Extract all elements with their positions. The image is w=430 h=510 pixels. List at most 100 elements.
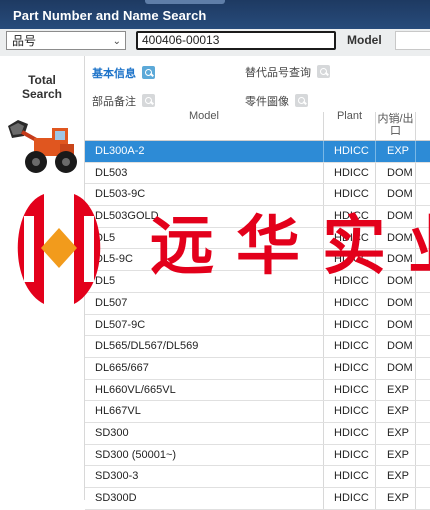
cell-domestic-export: DOM (375, 162, 415, 184)
total-search-button[interactable]: Total Search (0, 73, 84, 101)
search-icon (142, 94, 155, 107)
cell-domestic-export: EXP (375, 466, 415, 487)
cell-domestic-export: EXP (375, 422, 415, 444)
table-row[interactable]: DL5 HDICC DOM (85, 271, 430, 293)
search-icon (317, 65, 330, 78)
cell-domestic-export: EXP (375, 444, 415, 466)
cell-plant: HDICC (323, 292, 375, 314)
cell-model: DL503 (95, 166, 128, 179)
cell-plant: HDICC (323, 357, 375, 379)
tab-label: 部品备注 (92, 96, 136, 108)
cell-plant: HDICC (323, 444, 375, 466)
cell-plant: HDICC (323, 488, 375, 509)
table-row[interactable]: HL667VL HDICC EXP (85, 401, 430, 423)
table-body: DL300A-2 HDICC EXP DL503 HDICC DOM DL503-9C HDI… (85, 141, 430, 510)
cell-end (415, 488, 430, 509)
cell-plant: HDICC (323, 206, 375, 227)
column-header-domestic-export[interactable]: 内销/出口 (375, 112, 415, 140)
cell-end (415, 336, 430, 357)
cell-end (415, 401, 430, 422)
table-row[interactable]: DL300A-2 HDICC EXP (85, 141, 430, 163)
tab-part-remarks[interactable]: 部品备注 (92, 93, 155, 109)
table-header: Model Plant 内销/出口 (85, 111, 430, 141)
cell-domestic-export: DOM (375, 357, 415, 379)
cell-model: SD300D (95, 492, 137, 504)
table-row[interactable]: SD300 HDICC EXP (85, 422, 430, 445)
cell-model: DL565/DL567/DL569 (95, 340, 199, 353)
tab-substitute-search[interactable]: 替代品号查询 (245, 64, 330, 80)
cell-plant: HDICC (323, 466, 375, 487)
cell-end (415, 227, 430, 249)
column-header-plant[interactable]: Plant (323, 111, 375, 140)
total-search-label-line1: Total (28, 73, 56, 87)
cell-model: SD300 (95, 426, 129, 439)
cell-model: DL5 (95, 231, 116, 244)
cell-plant: HDICC (323, 227, 375, 249)
table-row[interactable]: DL5 HDICC DOM (85, 227, 430, 250)
tab-part-images[interactable]: 零件圖像 (245, 93, 308, 109)
cell-model: DL507 (95, 296, 128, 309)
tab-label: 替代品号查询 (245, 67, 311, 79)
title-tab-marker (145, 0, 225, 4)
table-row[interactable]: DL665/667 HDICC DOM (85, 357, 430, 380)
search-bar: 品号 ⌄ 400406-00013 Model (0, 29, 430, 57)
cell-end (415, 379, 430, 401)
search-type-select[interactable]: 品号 ⌄ (6, 31, 126, 50)
cell-plant: HDICC (323, 184, 375, 206)
cell-model: SD300 (50001~) (95, 448, 177, 461)
search-icon (142, 66, 155, 79)
cell-model: HL660VL/665VL (95, 383, 176, 396)
cell-end (415, 466, 430, 487)
cell-model: DL665/667 (95, 361, 149, 374)
cell-end (415, 184, 430, 206)
table-row[interactable]: DL503GOLD HDICC DOM (85, 206, 430, 228)
model-input[interactable] (395, 31, 430, 50)
cell-model: DL5-9C (95, 253, 133, 266)
cell-plant: HDICC (323, 249, 375, 271)
cell-model: DL503GOLD (95, 210, 159, 223)
cell-end (415, 141, 430, 162)
cell-plant: HDICC (323, 422, 375, 444)
table-row[interactable]: SD300D HDICC EXP (85, 488, 430, 510)
tab-label: 基本信息 (92, 68, 136, 80)
tab-basic-info[interactable]: 基本信息 (92, 65, 155, 81)
cell-end (415, 249, 430, 271)
cell-domestic-export: DOM (375, 249, 415, 271)
detail-tabs: 基本信息 替代品号查询 部品备注 零件圖像 (85, 56, 430, 112)
cell-plant: HDICC (323, 271, 375, 292)
cell-model: DL300A-2 (95, 145, 145, 157)
cell-domestic-export: DOM (375, 336, 415, 357)
column-header-end (415, 112, 430, 140)
cell-domestic-export: DOM (375, 227, 415, 249)
cell-domestic-export: DOM (375, 314, 415, 336)
table-row[interactable]: SD300-3 HDICC EXP (85, 466, 430, 488)
table-row[interactable]: DL507-9C HDICC DOM (85, 314, 430, 337)
table-row[interactable]: DL507 HDICC DOM (85, 292, 430, 315)
table-row[interactable]: HL660VL/665VL HDICC EXP (85, 379, 430, 402)
part-number-input[interactable]: 400406-00013 (136, 31, 336, 50)
column-header-model[interactable]: Model (85, 111, 323, 140)
cell-domestic-export: DOM (375, 206, 415, 227)
cell-end (415, 444, 430, 466)
cell-plant: HDICC (323, 379, 375, 401)
table-row[interactable]: DL503 HDICC DOM (85, 162, 430, 185)
table-row[interactable]: DL5-9C HDICC DOM (85, 249, 430, 272)
cell-domestic-export: DOM (375, 292, 415, 314)
cell-end (415, 357, 430, 379)
cell-plant: HDICC (323, 314, 375, 336)
cell-domestic-export: EXP (375, 141, 415, 162)
cell-plant: HDICC (323, 162, 375, 184)
table-row[interactable]: SD300 (50001~) HDICC EXP (85, 444, 430, 467)
cell-model: HL667VL (95, 405, 141, 418)
table-row[interactable]: DL503-9C HDICC DOM (85, 184, 430, 207)
cell-model: SD300-3 (95, 470, 139, 483)
title-bar: Part Number and Name Search (0, 0, 430, 29)
tab-label: 零件圖像 (245, 96, 289, 108)
table-row[interactable]: DL565/DL567/DL569 HDICC DOM (85, 336, 430, 358)
search-type-value: 品号 (12, 34, 37, 48)
total-search-label-line2: Search (21, 87, 63, 101)
cell-model: DL5 (95, 275, 116, 288)
cell-end (415, 422, 430, 444)
cell-end (415, 271, 430, 292)
model-label: Model (347, 33, 382, 47)
